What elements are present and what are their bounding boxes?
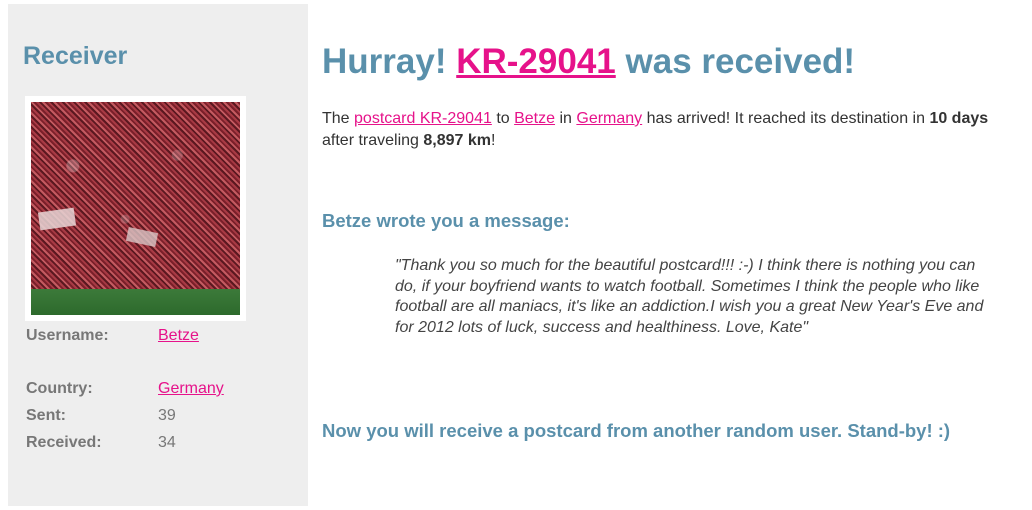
message-text: "Thank you so much for the beautiful pos… [395,257,984,336]
country-link[interactable]: Germany [576,110,642,127]
travel-distance: 8,897 km [423,132,491,149]
arrival-text-3: in [555,110,577,127]
sent-label: Sent: [26,407,66,424]
sidebar-title: Receiver [23,42,128,70]
arrival-text-1: The [322,110,355,127]
page-title: Hurray! KR-29041 was received! [322,42,855,82]
received-label: Received: [26,434,102,451]
received-value: 34 [158,434,176,451]
avatar-banner-2 [125,227,159,247]
country-label: Country: [26,380,93,397]
avatar-banner [37,207,77,231]
standby-text: Now you will receive a postcard from ano… [322,420,951,441]
avatar-frame [25,96,246,321]
sent-value: 39 [158,407,176,424]
country-link[interactable]: Germany [158,380,224,397]
arrival-text-5: after traveling [322,132,424,149]
arrival-text: The postcard KR-29041 to Betze in German… [322,108,1012,152]
avatar-pitch [31,289,240,315]
receiver-sidebar: Receiver Username: Betze Country: German… [8,4,308,506]
arrival-text-6: ! [491,132,496,149]
username-value[interactable]: Betze [158,327,199,345]
username-label: Username: [26,327,109,344]
username-link[interactable]: Betze [158,327,199,344]
postcard-code-link[interactable]: KR-29041 [456,42,616,81]
title-prefix: Hurray! [322,42,447,81]
travel-days: 10 days [929,110,989,127]
title-suffix: was received! [625,42,856,81]
user-link[interactable]: Betze [514,110,555,127]
avatar[interactable] [31,102,240,315]
message-heading: Betze wrote you a message: [322,210,570,231]
country-value[interactable]: Germany [158,380,224,398]
postcard-link[interactable]: postcard KR-29041 [354,110,492,127]
arrival-text-4: has arrived! It reached its destination … [642,110,930,127]
arrival-text-2: to [491,110,515,127]
